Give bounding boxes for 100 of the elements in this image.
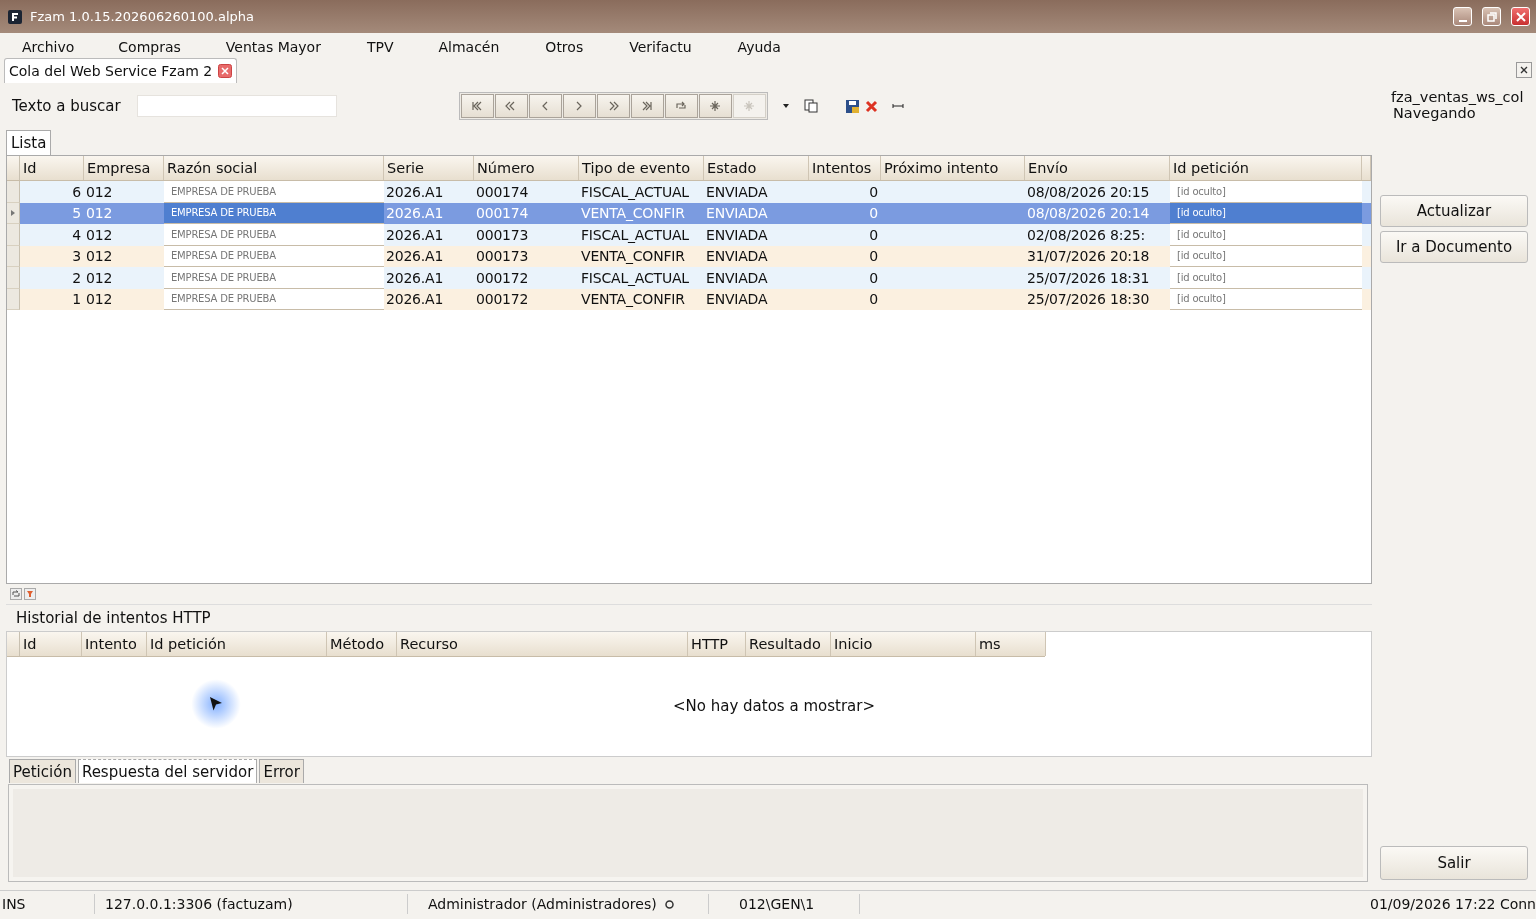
nav-button[interactable] xyxy=(596,94,630,118)
table-cell-text: 0 xyxy=(868,225,879,245)
menu-item[interactable]: Compras xyxy=(118,39,181,57)
table-cell-text: 2026.A1 xyxy=(385,247,445,267)
table-row[interactable]: 3 012 EMPRESA DE PRUEBA 2026.A1 000173 VENTA_CONFIR ENVIADA 0 31/07/2026 20:18 [id oculto] xyxy=(7,245,1371,267)
nav-button[interactable] xyxy=(630,94,664,118)
status-text: 01/09/2026 17:22 Conn xyxy=(1369,895,1536,914)
table-cell-text: 000174 xyxy=(475,182,530,202)
table-cell-text: 02/08/2026 8:25: xyxy=(1026,225,1147,245)
table-cell-text: ENVIADA xyxy=(705,268,769,288)
delete-icon[interactable] xyxy=(864,99,878,113)
nav-button[interactable] xyxy=(664,94,698,118)
table-cell-text: 000172 xyxy=(475,290,530,310)
nav-button[interactable] xyxy=(460,94,494,118)
nav-button[interactable] xyxy=(528,94,562,118)
row-indicator[interactable] xyxy=(7,202,20,224)
column-header[interactable]: Id xyxy=(20,156,84,180)
table-cell-text: 0 xyxy=(868,268,879,288)
table-row[interactable]: 6 012 EMPRESA DE PRUEBA 2026.A1 000174 FISCAL_ACTUAL ENVIADA 0 08/08/2026 20:15 [id oculto] xyxy=(7,181,1371,203)
column-header[interactable]: Intento xyxy=(82,632,147,656)
menu-item[interactable]: Verifactu xyxy=(629,39,692,57)
list-tab[interactable]: Lista xyxy=(6,130,52,155)
dropdown-arrow-icon[interactable] xyxy=(781,102,790,110)
app-logo-icon xyxy=(8,9,22,24)
column-header[interactable]: Id xyxy=(20,632,82,656)
detail-tab[interactable]: Error xyxy=(259,759,304,783)
close-icon[interactable] xyxy=(1516,62,1532,78)
nav-button[interactable] xyxy=(494,94,528,118)
table-cell-text: 2026.A1 xyxy=(385,225,445,245)
table-cell-text: 3 xyxy=(71,247,82,267)
exit-button[interactable]: Salir xyxy=(1380,846,1528,880)
filter-icon[interactable] xyxy=(24,588,36,600)
expand-icon[interactable] xyxy=(891,103,904,109)
table-cell-text: 31/07/2026 20:18 xyxy=(1026,247,1151,267)
table-row[interactable]: 4 012 EMPRESA DE PRUEBA 2026.A1 000173 FISCAL_ACTUAL ENVIADA 0 02/08/2026 8:25: [id oculto] xyxy=(7,224,1371,246)
column-header[interactable]: ms xyxy=(976,632,1046,656)
column-header[interactable]: Recurso xyxy=(397,632,688,656)
minimize-button[interactable] xyxy=(1453,7,1472,26)
column-header[interactable]: Serie xyxy=(384,156,474,180)
table-cell-text: 2 xyxy=(71,268,82,288)
detail-tab[interactable]: Respuesta del servidor xyxy=(77,759,258,783)
table-cell-text: 000173 xyxy=(475,225,530,245)
table-row[interactable]: 2 012 EMPRESA DE PRUEBA 2026.A1 000172 FISCAL_ACTUAL ENVIADA 0 25/07/2026 18:31 [id oculto] xyxy=(7,267,1371,289)
column-header[interactable]: Id petición xyxy=(147,632,327,656)
table-row[interactable]: 1 012 EMPRESA DE PRUEBA 2026.A1 000172 VENTA_CONFIR ENVIADA 0 25/07/2026 18:30 [id oculto] xyxy=(7,288,1371,310)
search-field[interactable] xyxy=(136,95,337,117)
menu-item[interactable]: Otros xyxy=(545,39,584,57)
table-cell-text: 25/07/2026 18:31 xyxy=(1026,268,1151,288)
menu-item[interactable]: Ventas Mayor xyxy=(225,39,321,57)
table-cell-text: 000174 xyxy=(475,204,530,224)
column-header[interactable]: Intentos xyxy=(809,156,881,180)
table-cell-text: 5 xyxy=(71,204,82,224)
menu-item[interactable]: Archivo xyxy=(22,39,75,57)
table-cell: [id oculto] xyxy=(1170,245,1362,267)
table-cell-text: 0 xyxy=(868,290,879,310)
copy-document-icon[interactable] xyxy=(803,99,818,113)
close-button[interactable] xyxy=(1511,7,1530,26)
column-header[interactable]: Razón social xyxy=(164,156,384,180)
menu-item[interactable]: Ayuda xyxy=(737,39,781,57)
restore-button[interactable] xyxy=(1482,7,1501,26)
column-header[interactable]: Estado xyxy=(704,156,809,180)
empty-message: <No hay datos a mostrar> xyxy=(673,697,875,715)
form-name: fza_ventas_ws_col xyxy=(1391,89,1525,105)
column-header[interactable]: Próximo intento xyxy=(881,156,1025,180)
column-header[interactable]: Método xyxy=(327,632,397,656)
mode-label: Navegando xyxy=(1393,105,1477,121)
table-row[interactable]: 5 012 EMPRESA DE PRUEBA 2026.A1 000174 VENTA_CONFIR ENVIADA 0 08/08/2026 20:14 [id oculto] xyxy=(7,202,1371,224)
table-cell-text: 012 xyxy=(85,247,114,267)
column-header[interactable]: Id petición xyxy=(1170,156,1362,180)
user-icon xyxy=(664,899,674,909)
detail-tab[interactable]: Petición xyxy=(9,759,76,783)
table-cell-text: 2026.A1 xyxy=(385,204,445,224)
action-button[interactable]: Actualizar xyxy=(1380,195,1528,227)
response-text-area[interactable] xyxy=(8,784,1368,882)
table-cell: [id oculto] xyxy=(1170,224,1362,246)
table-cell-text: FISCAL_ACTUAL xyxy=(580,268,690,288)
nav-button[interactable] xyxy=(698,94,732,118)
action-button[interactable]: Ir a Documento xyxy=(1380,231,1528,263)
menu-item[interactable]: TPV xyxy=(366,39,394,57)
nav-button[interactable] xyxy=(562,94,596,118)
close-tab-icon[interactable] xyxy=(218,64,233,78)
column-header[interactable]: HTTP xyxy=(688,632,746,656)
column-header[interactable]: Resultado xyxy=(746,632,831,656)
menu-item[interactable]: Almacén xyxy=(438,39,500,57)
document-tab[interactable]: Cola del Web Service Fzam 2 xyxy=(4,58,238,83)
column-header[interactable]: Tipo de evento xyxy=(579,156,704,180)
refresh-icon[interactable] xyxy=(10,588,22,600)
column-header[interactable]: Inicio xyxy=(831,632,976,656)
table-cell-text: 08/08/2026 20:14 xyxy=(1026,204,1151,224)
table-cell-text: 012 xyxy=(85,290,114,310)
table-cell: [id oculto] xyxy=(1170,288,1362,310)
table-cell-text: 08/08/2026 20:15 xyxy=(1026,182,1151,202)
save-icon[interactable] xyxy=(845,99,859,113)
table-cell-text: 4 xyxy=(71,225,82,245)
table-cell-text: 6 xyxy=(71,182,82,202)
table-cell-text: VENTA_CONFIR xyxy=(580,247,686,267)
table-cell-text: 000172 xyxy=(475,268,530,288)
column-header[interactable]: Envío xyxy=(1025,156,1170,180)
column-header[interactable]: Número xyxy=(474,156,579,180)
column-header[interactable]: Empresa xyxy=(84,156,164,180)
